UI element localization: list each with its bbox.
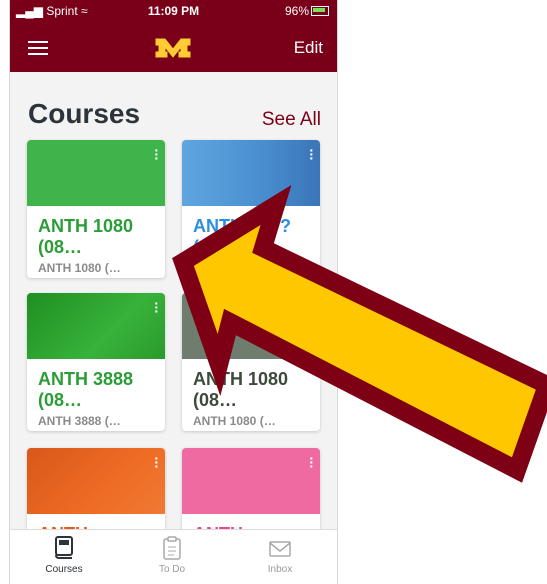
- annotation-arrow: [172, 184, 547, 483]
